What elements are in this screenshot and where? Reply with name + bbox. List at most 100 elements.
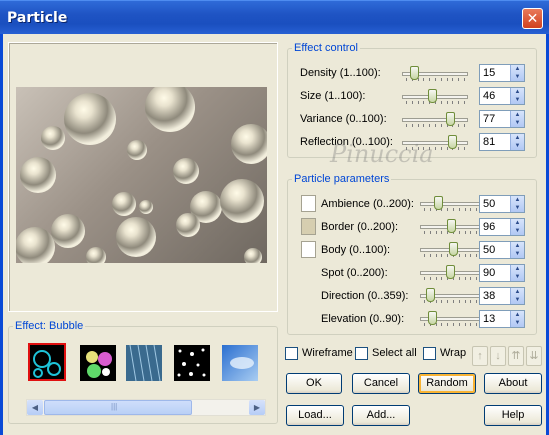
- preset-cloud-tile[interactable]: [222, 345, 260, 383]
- slider-tick: [453, 323, 454, 326]
- slider-tick: [476, 300, 478, 303]
- cancel-button[interactable]: Cancel: [352, 373, 410, 394]
- body-slider[interactable]: [420, 242, 486, 258]
- move-bottom-button[interactable]: ⇊: [526, 346, 542, 366]
- reflection-value[interactable]: 81: [483, 136, 495, 148]
- window-title: Particle: [7, 10, 68, 26]
- slider-thumb[interactable]: [446, 265, 455, 279]
- move-top-button[interactable]: ⇈: [508, 346, 524, 366]
- slider-tick: [453, 300, 454, 303]
- slider-thumb[interactable]: [426, 288, 435, 302]
- body-color-swatch[interactable]: [301, 241, 316, 258]
- border-value[interactable]: 96: [483, 221, 495, 233]
- spinner-arrows-icon[interactable]: ▲ ▼: [510, 265, 524, 281]
- slider-track[interactable]: [402, 118, 468, 122]
- scroll-right-icon[interactable]: ▶: [249, 400, 265, 415]
- spinner-arrows-icon[interactable]: ▲ ▼: [510, 196, 524, 212]
- direction-spinner[interactable]: 38 ▲ ▼: [479, 287, 525, 305]
- wireframe-checkbox-box[interactable]: [285, 347, 298, 360]
- slider-thumb[interactable]: [448, 135, 457, 149]
- spinner-arrows-icon[interactable]: ▲ ▼: [510, 65, 524, 81]
- border-spinner[interactable]: 96 ▲ ▼: [479, 218, 525, 236]
- slider-tick: [453, 208, 454, 211]
- direction-value[interactable]: 38: [483, 290, 495, 302]
- ok-button[interactable]: OK: [286, 373, 342, 394]
- spinner-arrows-icon[interactable]: ▲ ▼: [510, 111, 524, 127]
- spinner-arrows-icon[interactable]: ▲ ▼: [510, 242, 524, 258]
- body-label: Body (0..100):: [321, 244, 391, 256]
- slider-tick: [429, 208, 431, 211]
- random-button[interactable]: Random: [418, 373, 476, 394]
- slider-tick: [452, 101, 454, 104]
- add-button[interactable]: Add...: [352, 405, 410, 426]
- about-button[interactable]: About: [484, 373, 542, 394]
- direction-slider[interactable]: [420, 288, 486, 304]
- help-button[interactable]: Help: [484, 405, 542, 426]
- spot-spinner[interactable]: 90 ▲ ▼: [479, 264, 525, 282]
- size-spinner[interactable]: 46 ▲ ▼: [479, 87, 525, 105]
- spot-slider[interactable]: [420, 265, 486, 281]
- select-all-checkbox-box[interactable]: [355, 347, 368, 360]
- density-value[interactable]: 15: [483, 67, 495, 79]
- spinner-arrows-icon[interactable]: ▲ ▼: [510, 311, 524, 327]
- border-color-swatch[interactable]: [301, 218, 316, 235]
- slider-thumb[interactable]: [446, 112, 455, 126]
- wrap-label: Wrap: [440, 347, 467, 359]
- scroll-left-icon[interactable]: ◀: [27, 400, 43, 415]
- scroll-thumb[interactable]: |||: [44, 400, 192, 415]
- bubble-preset-icon: [30, 345, 64, 379]
- spinner-arrows-icon[interactable]: ▲ ▼: [510, 219, 524, 235]
- size-value[interactable]: 46: [483, 90, 495, 102]
- density-spinner[interactable]: 15 ▲ ▼: [479, 64, 525, 82]
- slider-tick: [441, 231, 443, 234]
- slider-tick: [406, 78, 407, 81]
- elevation-value[interactable]: 13: [483, 313, 495, 325]
- slider-thumb[interactable]: [434, 196, 443, 210]
- ambience-spinner[interactable]: 50 ▲ ▼: [479, 195, 525, 213]
- variance-slider[interactable]: [402, 112, 468, 128]
- move-up-button[interactable]: ↑: [472, 346, 488, 366]
- slider-thumb[interactable]: [410, 66, 419, 80]
- ambience-value[interactable]: 50: [483, 198, 495, 210]
- density-label: Density (1..100):: [300, 67, 381, 79]
- slider-tick: [470, 323, 472, 326]
- move-down-button[interactable]: ↓: [490, 346, 506, 366]
- preset-bubble-tile[interactable]: [28, 343, 66, 381]
- spinner-arrows-icon[interactable]: ▲ ▼: [510, 134, 524, 150]
- preset-glow-tile[interactable]: [80, 345, 118, 383]
- slider-thumb[interactable]: [447, 219, 456, 233]
- spot-value[interactable]: 90: [483, 267, 495, 279]
- slider-thumb[interactable]: [449, 242, 458, 256]
- load-button[interactable]: Load...: [286, 405, 344, 426]
- density-slider[interactable]: [402, 66, 468, 82]
- slider-tick: [464, 101, 465, 104]
- elevation-slider[interactable]: [420, 311, 486, 327]
- preset-snow-tile[interactable]: [174, 345, 212, 383]
- particle-parameters-legend: Particle parameters: [294, 173, 390, 185]
- slider-tick: [423, 124, 425, 127]
- wrap-checkbox-box[interactable]: [423, 347, 436, 360]
- variance-spinner[interactable]: 77 ▲ ▼: [479, 110, 525, 128]
- slider-tick: [440, 101, 442, 104]
- body-value[interactable]: 50: [483, 244, 495, 256]
- preset-scrollbar[interactable]: ◀ ||| ▶: [26, 399, 266, 416]
- slider-track[interactable]: [420, 202, 486, 206]
- slider-thumb[interactable]: [428, 89, 437, 103]
- spinner-arrows-icon[interactable]: ▲ ▼: [510, 88, 524, 104]
- spinner-arrows-icon[interactable]: ▲ ▼: [510, 288, 524, 304]
- body-spinner[interactable]: 50 ▲ ▼: [479, 241, 525, 259]
- size-slider[interactable]: [402, 89, 468, 105]
- reflection-spinner[interactable]: 81 ▲ ▼: [479, 133, 525, 151]
- slider-tick: [458, 208, 460, 211]
- variance-value[interactable]: 77: [483, 113, 495, 125]
- slider-tick: [441, 254, 443, 257]
- slider-thumb[interactable]: [428, 311, 437, 325]
- border-slider[interactable]: [420, 219, 486, 235]
- cloud-preset-icon: [222, 345, 258, 381]
- arrow-down-icon: ↓: [495, 350, 501, 362]
- ambience-color-swatch[interactable]: [301, 195, 316, 212]
- preset-rain-tile[interactable]: [126, 345, 164, 383]
- elevation-spinner[interactable]: 13 ▲ ▼: [479, 310, 525, 328]
- ambience-slider[interactable]: [420, 196, 486, 212]
- close-button[interactable]: ✕: [522, 8, 543, 29]
